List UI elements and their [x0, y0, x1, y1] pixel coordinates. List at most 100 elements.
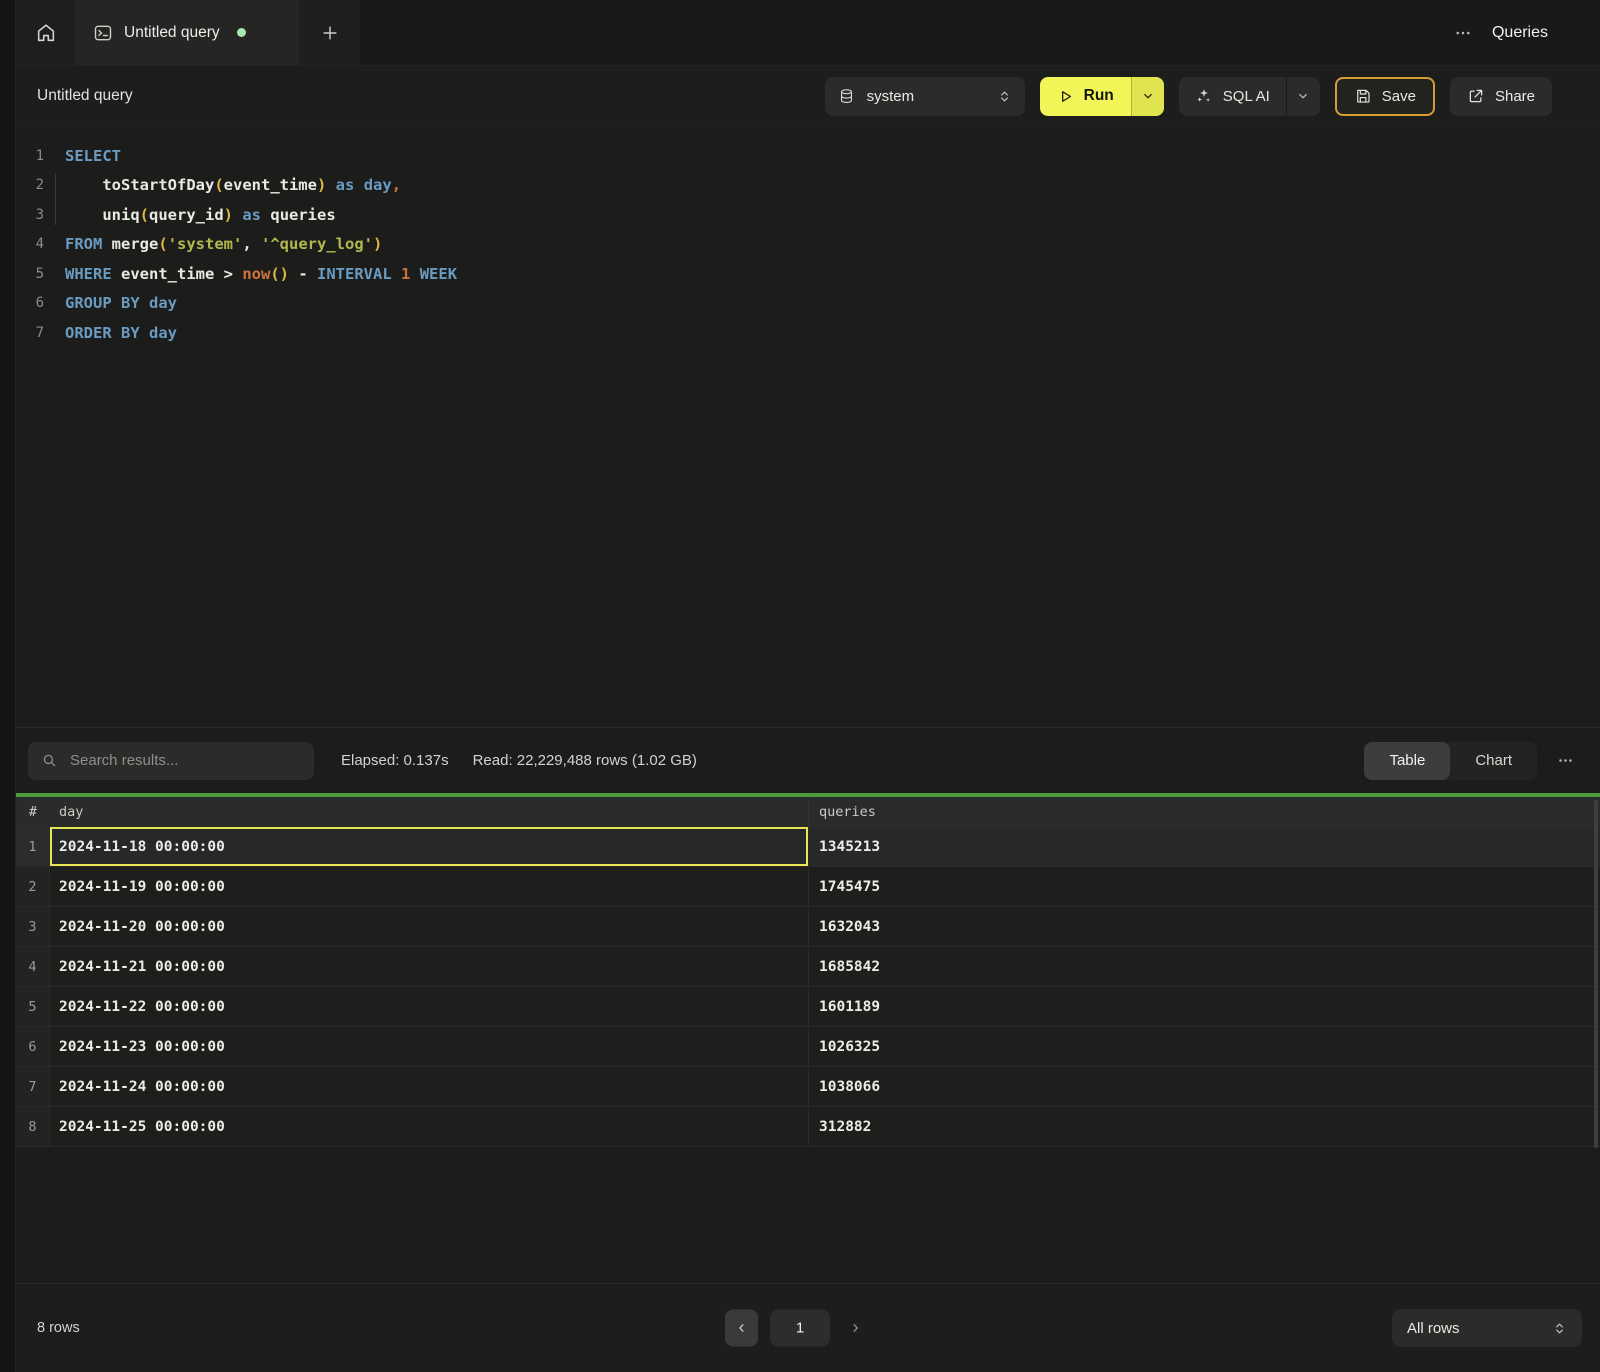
- line-number: 1: [16, 148, 44, 164]
- run-button-group: Run: [1040, 77, 1164, 116]
- code-text: uniq(query_id) as queries: [65, 206, 336, 224]
- cell-queries[interactable]: 1601189: [808, 987, 1600, 1026]
- page-number-button[interactable]: 1: [770, 1310, 830, 1347]
- column-header-index[interactable]: #: [16, 804, 50, 820]
- database-selector[interactable]: system: [825, 77, 1025, 116]
- sql-ai-options-button[interactable]: [1286, 77, 1320, 116]
- row-number: 2: [16, 867, 50, 906]
- sparkles-icon: [1195, 87, 1213, 105]
- table-row[interactable]: 32024-11-20 00:00:001632043: [16, 907, 1600, 947]
- ellipsis-icon: [1557, 752, 1574, 769]
- pagination: 1: [725, 1310, 868, 1347]
- sql-ai-button[interactable]: SQL AI: [1179, 77, 1286, 116]
- cell-day[interactable]: 2024-11-23 00:00:00: [50, 1027, 808, 1066]
- cell-day[interactable]: 2024-11-21 00:00:00: [50, 947, 808, 986]
- code-line[interactable]: 3 uniq(query_id) as queries: [16, 200, 1600, 230]
- page-title: Untitled query: [37, 87, 133, 105]
- cell-queries[interactable]: 1632043: [808, 907, 1600, 946]
- sql-editor[interactable]: 1 SELECT 2 toStartOfDay(event_time) as day…: [16, 127, 1600, 727]
- line-number: 4: [16, 236, 44, 252]
- table-body: 12024-11-18 00:00:00134521322024-11-19 0…: [16, 827, 1600, 1147]
- results-scrollbar[interactable]: [1594, 800, 1598, 1148]
- terminal-icon: [93, 23, 113, 43]
- code-line[interactable]: 2 toStartOfDay(event_time) as day,: [16, 171, 1600, 201]
- code-line[interactable]: 4FROM merge('system', '^query_log'): [16, 230, 1600, 260]
- table-row[interactable]: 82024-11-25 00:00:00312882: [16, 1107, 1600, 1147]
- chevron-down-icon: [1296, 89, 1310, 103]
- database-selector-value: system: [867, 88, 915, 105]
- plus-icon: [320, 23, 340, 43]
- table-row[interactable]: 72024-11-24 00:00:001038066: [16, 1067, 1600, 1107]
- code-line[interactable]: 1 SELECT: [16, 141, 1600, 171]
- code-text: GROUP BY day: [65, 294, 177, 312]
- results-toolbar: Elapsed: 0.137s Read: 22,229,488 rows (1…: [16, 727, 1600, 793]
- view-toggle: Table Chart: [1364, 742, 1537, 780]
- code-line[interactable]: 6GROUP BY day: [16, 289, 1600, 319]
- cell-day[interactable]: 2024-11-25 00:00:00: [50, 1107, 808, 1146]
- table-header: # day queries: [16, 797, 1600, 827]
- run-button[interactable]: Run: [1040, 77, 1131, 116]
- tab-table[interactable]: Table: [1364, 742, 1450, 780]
- sql-ai-button-group: SQL AI: [1179, 77, 1320, 116]
- table-row[interactable]: 62024-11-23 00:00:001026325: [16, 1027, 1600, 1067]
- run-options-button[interactable]: [1131, 77, 1164, 116]
- ellipsis-icon: [1454, 24, 1472, 42]
- code-text: SELECT: [65, 147, 121, 165]
- cell-queries[interactable]: 1345213: [808, 827, 1600, 866]
- sql-ai-button-label: SQL AI: [1223, 88, 1270, 105]
- save-icon: [1354, 87, 1372, 105]
- row-number: 6: [16, 1027, 50, 1066]
- more-options-button[interactable]: [1454, 24, 1472, 42]
- chevron-left-icon: [735, 1322, 748, 1335]
- tab-untitled-query[interactable]: Untitled query: [75, 0, 299, 65]
- share-icon: [1467, 87, 1485, 105]
- code-line[interactable]: 5 WHERE event_time > now() - INTERVAL 1 W…: [16, 259, 1600, 289]
- code-line[interactable]: 7ORDER BY day: [16, 318, 1600, 348]
- new-tab-button[interactable]: [299, 0, 360, 65]
- cell-day[interactable]: 2024-11-22 00:00:00: [50, 987, 808, 1026]
- share-button-label: Share: [1495, 88, 1535, 105]
- previous-page-button[interactable]: [725, 1310, 758, 1347]
- table-row[interactable]: 12024-11-18 00:00:001345213: [16, 827, 1600, 867]
- chevron-right-icon: [849, 1322, 862, 1335]
- cell-day[interactable]: 2024-11-24 00:00:00: [50, 1067, 808, 1106]
- table-row[interactable]: 42024-11-21 00:00:001685842: [16, 947, 1600, 987]
- updown-chevron-icon: [997, 89, 1012, 104]
- row-number: 4: [16, 947, 50, 986]
- queries-link[interactable]: Queries: [1492, 24, 1548, 42]
- line-number: 3: [16, 207, 44, 223]
- share-button[interactable]: Share: [1450, 77, 1552, 116]
- results-footer: 8 rows 1 All rows: [16, 1283, 1600, 1372]
- code-text: ORDER BY day: [65, 324, 177, 342]
- cell-queries[interactable]: 1038066: [808, 1067, 1600, 1106]
- indent-guide: [55, 173, 56, 225]
- cell-day[interactable]: 2024-11-20 00:00:00: [50, 907, 808, 946]
- read-stat: Read: 22,229,488 rows (1.02 GB): [473, 752, 697, 769]
- cell-day[interactable]: 2024-11-18 00:00:00: [50, 827, 808, 866]
- updown-chevron-icon: [1552, 1321, 1567, 1336]
- line-number: 5: [16, 266, 44, 282]
- column-header-day[interactable]: day: [50, 804, 808, 820]
- column-header-queries[interactable]: queries: [808, 797, 1600, 827]
- cell-queries[interactable]: 1745475: [808, 867, 1600, 906]
- row-number: 5: [16, 987, 50, 1026]
- run-button-label: Run: [1084, 87, 1114, 105]
- cell-queries[interactable]: 312882: [808, 1107, 1600, 1146]
- save-button[interactable]: Save: [1335, 77, 1435, 116]
- rows-per-page-selector[interactable]: All rows: [1392, 1309, 1582, 1347]
- unsaved-indicator-dot: [237, 28, 246, 37]
- next-page-button[interactable]: [842, 1310, 868, 1347]
- code-text: WHERE event_time > now() - INTERVAL 1 WE…: [65, 265, 457, 283]
- results-menu-button[interactable]: [1553, 748, 1578, 773]
- search-results-box[interactable]: [28, 742, 314, 780]
- play-icon: [1057, 88, 1074, 105]
- cell-queries[interactable]: 1026325: [808, 1027, 1600, 1066]
- home-button[interactable]: [16, 0, 75, 65]
- cell-queries[interactable]: 1685842: [808, 947, 1600, 986]
- app-window: Untitled query Queries Untitled query sy…: [16, 0, 1600, 1372]
- table-row[interactable]: 22024-11-19 00:00:001745475: [16, 867, 1600, 907]
- tab-chart[interactable]: Chart: [1450, 742, 1537, 780]
- table-row[interactable]: 52024-11-22 00:00:001601189: [16, 987, 1600, 1027]
- search-results-input[interactable]: [68, 751, 301, 770]
- cell-day[interactable]: 2024-11-19 00:00:00: [50, 867, 808, 906]
